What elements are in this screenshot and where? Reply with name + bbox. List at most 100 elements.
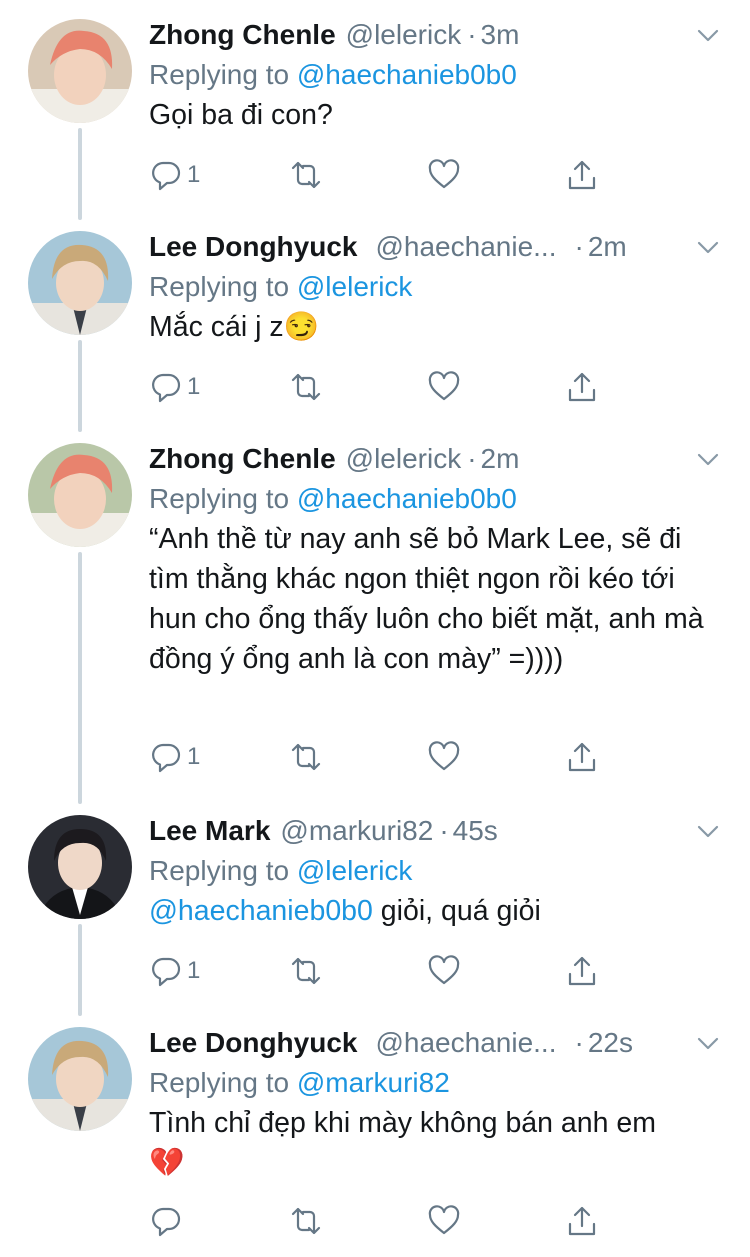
- tweet[interactable]: Zhong Chenle @lelerick · 2m Replying to …: [0, 439, 750, 789]
- retweet-button[interactable]: [289, 737, 323, 777]
- share-icon: [568, 956, 596, 986]
- tweet-actions: 1: [149, 951, 609, 991]
- tweet-text-content: giỏi, quá giỏi: [372, 895, 541, 927]
- retweet-icon: [291, 1207, 321, 1235]
- tweet-text: “Anh thề từ nay anh sẽ bỏ Mark Lee, sẽ đ…: [149, 519, 709, 679]
- user-handle: @lelerick: [345, 443, 462, 474]
- replying-to-link[interactable]: @markuri82: [297, 1067, 450, 1098]
- separator-dot: ·: [439, 815, 449, 846]
- replying-to-line: Replying to @lelerick: [149, 851, 412, 891]
- share-icon: [568, 1206, 596, 1236]
- share-button[interactable]: [565, 951, 599, 991]
- timestamp[interactable]: 22s: [588, 1023, 633, 1063]
- share-icon: [568, 742, 596, 772]
- replying-prefix: Replying to: [149, 59, 290, 90]
- retweet-button[interactable]: [289, 155, 323, 195]
- mention-link[interactable]: @haechanieb0b0: [149, 895, 373, 927]
- reply-icon: [152, 373, 181, 403]
- user-handle: @haechanie...: [375, 1027, 557, 1058]
- heart-icon: [428, 1205, 460, 1235]
- chevron-down-icon[interactable]: [694, 1029, 722, 1057]
- share-button[interactable]: [565, 1201, 599, 1241]
- tweet-text-content: Tình chỉ đẹp khi mày không bán anh em: [149, 1107, 656, 1139]
- reply-count: 1: [187, 373, 201, 400]
- heart-icon: [428, 955, 460, 985]
- replying-to-link[interactable]: @haechanieb0b0: [297, 59, 517, 90]
- user-handle: @haechanie...: [375, 231, 557, 262]
- replying-prefix: Replying to: [149, 855, 290, 886]
- tweet[interactable]: Lee Donghyuck @haechanie... · 2m Replyin…: [0, 227, 750, 417]
- like-button[interactable]: [427, 155, 461, 195]
- avatar[interactable]: [28, 19, 132, 123]
- replying-to-line: Replying to @haechanieb0b0: [149, 479, 517, 519]
- separator-dot: ·: [574, 1027, 584, 1058]
- replying-to-line: Replying to @markuri82: [149, 1063, 450, 1103]
- reply-button[interactable]: 1: [149, 951, 200, 991]
- reply-count: 1: [187, 743, 201, 770]
- tweet-text: Tình chỉ đẹp khi mày không bán anh em 💔: [149, 1103, 719, 1183]
- separator-dot: ·: [467, 19, 477, 50]
- chevron-down-icon[interactable]: [694, 21, 722, 49]
- retweet-icon: [291, 743, 321, 771]
- share-button[interactable]: [565, 737, 599, 777]
- retweet-icon: [291, 957, 321, 985]
- replying-prefix: Replying to: [149, 1067, 290, 1098]
- tweet[interactable]: Lee Donghyuck @haechanie... · 22s Replyi…: [0, 1023, 750, 1253]
- chevron-down-icon[interactable]: [694, 233, 722, 261]
- user-handle: @markuri82: [280, 815, 434, 846]
- replying-to-link[interactable]: @haechanieb0b0: [297, 483, 517, 514]
- retweet-button[interactable]: [289, 367, 323, 407]
- like-button[interactable]: [427, 951, 461, 991]
- tweet[interactable]: Zhong Chenle @lelerick · 3m Replying to …: [0, 15, 750, 205]
- replying-to-line: Replying to @lelerick: [149, 267, 412, 307]
- tweet-text: Gọi ba đi con?: [149, 95, 719, 135]
- broken-heart-emoji: 💔: [149, 1147, 185, 1179]
- like-button[interactable]: [427, 737, 461, 777]
- tweet-actions: 1: [149, 737, 609, 777]
- display-name[interactable]: Zhong Chenle: [149, 15, 336, 55]
- avatar[interactable]: [28, 443, 132, 547]
- retweet-icon: [291, 161, 321, 189]
- tweet-actions: [149, 1201, 609, 1241]
- reply-icon: [152, 957, 181, 987]
- avatar[interactable]: [28, 1027, 132, 1131]
- avatar[interactable]: [28, 815, 132, 919]
- display-name[interactable]: Lee Mark: [149, 811, 270, 851]
- tweet-text: Mắc cái j z😏: [149, 307, 719, 347]
- replying-prefix: Replying to: [149, 271, 290, 302]
- timestamp[interactable]: 2m: [588, 227, 627, 267]
- timestamp[interactable]: 3m: [481, 15, 520, 55]
- avatar[interactable]: [28, 231, 132, 335]
- retweet-button[interactable]: [289, 1201, 323, 1241]
- retweet-icon: [291, 373, 321, 401]
- reply-count: 1: [187, 161, 201, 188]
- share-button[interactable]: [565, 155, 599, 195]
- reply-button[interactable]: 1: [149, 155, 200, 195]
- heart-icon: [428, 371, 460, 401]
- reply-button[interactable]: [149, 1201, 187, 1241]
- reply-icon: [152, 743, 181, 773]
- retweet-button[interactable]: [289, 951, 323, 991]
- tweet[interactable]: Lee Mark @markuri82 · 45s Replying to @l…: [0, 811, 750, 1001]
- display-name[interactable]: Lee Donghyuck: [149, 1023, 357, 1063]
- tweet-actions: 1: [149, 155, 609, 195]
- reply-icon: [152, 1207, 181, 1237]
- replying-to-line: Replying to @haechanieb0b0: [149, 55, 517, 95]
- reply-count: 1: [187, 957, 201, 984]
- reply-icon: [152, 161, 181, 191]
- display-name[interactable]: Zhong Chenle: [149, 439, 336, 479]
- reply-button[interactable]: 1: [149, 367, 200, 407]
- share-button[interactable]: [565, 367, 599, 407]
- reply-button[interactable]: 1: [149, 737, 200, 777]
- replying-to-link[interactable]: @lelerick: [297, 855, 413, 886]
- timestamp[interactable]: 45s: [453, 811, 498, 851]
- chevron-down-icon[interactable]: [694, 445, 722, 473]
- display-name[interactable]: Lee Donghyuck: [149, 227, 357, 267]
- like-button[interactable]: [427, 367, 461, 407]
- tweet-text-content: Mắc cái j z: [149, 311, 284, 343]
- replying-to-link[interactable]: @lelerick: [297, 271, 413, 302]
- user-handle: @lelerick: [345, 19, 462, 50]
- timestamp[interactable]: 2m: [481, 439, 520, 479]
- like-button[interactable]: [427, 1201, 461, 1241]
- chevron-down-icon[interactable]: [694, 817, 722, 845]
